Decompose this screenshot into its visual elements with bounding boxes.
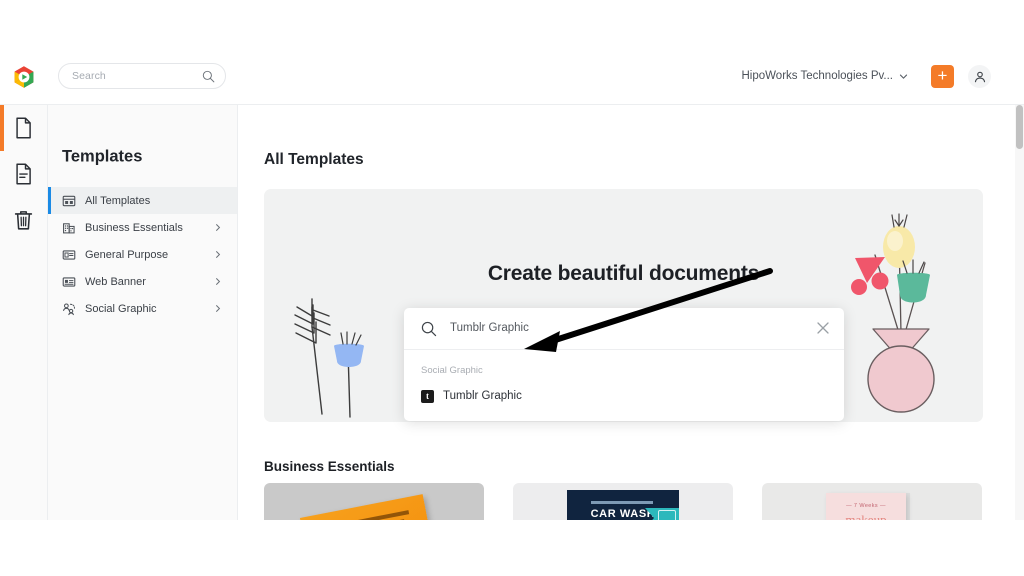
template-card[interactable]: 12 GREAT BOSS	[264, 483, 484, 520]
search-result-label: Tumblr Graphic	[443, 390, 522, 402]
file-icon	[16, 117, 31, 139]
user-avatar-icon	[974, 71, 985, 82]
social-share-icon	[63, 302, 75, 315]
grid-template-icon	[62, 195, 76, 206]
sidebar-item-general-purpose[interactable]: General Purpose	[48, 241, 237, 268]
search-result-tumblr-graphic[interactable]: t Tumblr Graphic	[404, 384, 844, 408]
template-card[interactable]: — 7 Weeks — makeupcourses Discover the l…	[762, 483, 982, 520]
rail-item-my-files[interactable]	[0, 151, 47, 197]
create-new-button[interactable]: +	[931, 65, 954, 88]
template-search-panel: Tumblr Graphic Social Graphic t Tumblr G…	[404, 308, 844, 421]
vertical-scrollbar[interactable]	[1015, 105, 1024, 520]
sidebar-item-business-essentials[interactable]: Business Essentials	[48, 214, 237, 241]
section-title-business-essentials: Business Essentials	[264, 459, 395, 474]
sidebar-item-web-banner[interactable]: Web Banner	[48, 268, 237, 295]
trash-icon	[14, 211, 33, 230]
close-icon[interactable]	[816, 321, 830, 335]
building-icon	[63, 222, 75, 233]
template-card[interactable]: CAR WASH	[513, 483, 733, 520]
sidebar-item-label: Web Banner	[85, 275, 146, 288]
sidebar-item-all-templates[interactable]: All Templates	[48, 187, 237, 214]
global-search-placeholder: Search	[72, 70, 106, 82]
search-icon	[421, 321, 437, 337]
template-card-grid: 12 GREAT BOSS CAR WASH	[264, 483, 983, 520]
global-search-input[interactable]: Search	[58, 63, 226, 89]
sidebar-nav: All Templates Business Essentials Genera…	[48, 187, 237, 322]
pink-vase-with-flowers-illustration	[851, 213, 935, 413]
flyer-subtitle-bar	[591, 501, 653, 504]
app-header: Search HipoWorks Technologies Pv... +	[0, 48, 1024, 105]
page-title: All Templates	[264, 151, 364, 168]
create-new-label: +	[937, 66, 948, 85]
account-button[interactable]	[968, 65, 991, 88]
sidebar-item-label: General Purpose	[85, 248, 169, 261]
app-window: Search HipoWorks Technologies Pv... + Te…	[0, 48, 1024, 520]
template-search-input[interactable]: Tumblr Graphic	[404, 308, 844, 350]
banner-icon	[62, 276, 76, 287]
great-boss-book-thumbnail: 12 GREAT BOSS	[299, 494, 446, 520]
organization-name: HipoWorks Technologies Pv...	[741, 70, 894, 82]
sidebar-item-label: Social Graphic	[85, 302, 157, 315]
makeup-courses-flyer-thumbnail: — 7 Weeks — makeupcourses Discover the l…	[826, 493, 906, 520]
chevron-down-icon	[899, 74, 908, 79]
chevron-right-icon	[216, 305, 221, 312]
sidebar-item-label: Business Essentials	[85, 221, 183, 234]
tumblr-icon: t	[421, 389, 434, 403]
templates-sidebar: Templates All Templates Business Essenti…	[48, 105, 238, 520]
scrollbar-thumb[interactable]	[1016, 105, 1023, 149]
search-icon	[202, 70, 215, 83]
rail-item-trash[interactable]	[0, 197, 47, 243]
wheat-and-blue-flower-illustration	[294, 298, 364, 418]
app-logo-icon[interactable]	[12, 65, 36, 89]
flyer-title: makeupcourses	[845, 512, 887, 521]
book-title-line	[343, 510, 410, 520]
chevron-right-icon	[216, 224, 221, 231]
file-text-icon	[16, 163, 31, 185]
search-result-group-label: Social Graphic	[421, 365, 483, 376]
car-wash-flyer-thumbnail: CAR WASH	[567, 490, 679, 520]
sidebar-title: Templates	[62, 147, 143, 166]
icon-rail	[0, 105, 48, 520]
sidebar-item-social-graphic[interactable]: Social Graphic	[48, 295, 237, 322]
organization-selector[interactable]: HipoWorks Technologies Pv...	[742, 67, 909, 85]
template-search-value: Tumblr Graphic	[450, 322, 529, 334]
chevron-right-icon	[216, 278, 221, 285]
flyer-eyebrow: — 7 Weeks —	[846, 503, 886, 509]
list-card-icon	[62, 249, 76, 260]
sidebar-item-label: All Templates	[85, 194, 151, 207]
chevron-right-icon	[216, 251, 221, 258]
rail-item-documents[interactable]	[0, 105, 47, 151]
